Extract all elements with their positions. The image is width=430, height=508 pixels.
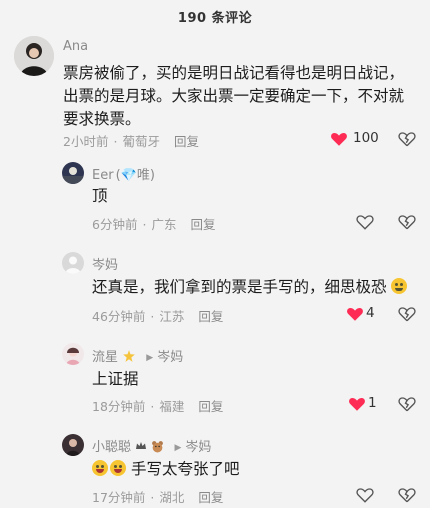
comment-text: 票房被偷了，买的是明日战记看得也是明日战记， 出票的是月球。大家出票一定要确定一… <box>63 62 423 131</box>
reply-to-username[interactable]: 岑妈 <box>185 440 211 455</box>
separator-dot: · <box>150 309 155 324</box>
comment-meta: 17分钟前 · 湖北 回复 <box>92 487 223 506</box>
comment-time: 18分钟前 <box>92 399 146 414</box>
comment-time: 17分钟前 <box>92 490 146 505</box>
like-button[interactable] <box>356 213 378 231</box>
avatar-image <box>62 162 84 184</box>
comment-location: 葡萄牙 <box>122 134 160 149</box>
separator-dot: · <box>142 217 147 232</box>
comment-location: 湖北 <box>159 490 185 505</box>
comment-text-line: 出票的是月球。大家出票一定要确定一下，不对就 <box>63 87 405 105</box>
broken-heart-icon <box>398 488 416 503</box>
emoji-icon <box>92 460 108 476</box>
like-button[interactable]: 1 <box>348 395 388 413</box>
comment-meta: 18分钟前 · 福建 回复 <box>92 396 223 415</box>
dislike-button[interactable] <box>398 130 416 152</box>
dislike-button[interactable] <box>398 395 416 417</box>
reply-to-username[interactable]: 岑妈 <box>157 350 183 365</box>
comment-meta: 46分钟前 · 江苏 回复 <box>92 306 223 325</box>
like-button[interactable]: 4 <box>346 305 386 323</box>
avatar-image <box>62 343 84 365</box>
dislike-button[interactable] <box>398 305 416 327</box>
dislike-button[interactable] <box>398 486 416 508</box>
username[interactable]: Ana <box>63 39 88 54</box>
like-count: 1 <box>368 395 377 411</box>
like-count: 100 <box>353 130 379 146</box>
comments-header: 190 条评论 <box>0 0 430 32</box>
avatar-image <box>62 252 84 274</box>
username[interactable]: Eer (💎唯) <box>92 164 155 183</box>
star-icon <box>123 350 135 362</box>
username-text: Eer <box>92 168 114 183</box>
emoji-icon <box>110 460 126 476</box>
comment-meta: 6分钟前 · 广东 回复 <box>92 214 215 233</box>
comment-text-content: 手写太夸张了吧 <box>130 460 240 478</box>
comment-location: 江苏 <box>159 309 185 324</box>
reply-button[interactable]: 回复 <box>198 490 223 505</box>
reply-button[interactable]: 回复 <box>198 309 223 324</box>
separator-dot: · <box>113 134 118 149</box>
emoji-icon <box>391 278 408 294</box>
reply-button[interactable]: 回复 <box>174 134 199 149</box>
comment-location: 广东 <box>151 217 177 232</box>
username-text: 流星 <box>92 350 119 365</box>
separator-dot: · <box>150 399 155 414</box>
username-text: 小聪聪 <box>92 440 132 455</box>
comment-text: 手写太夸张了吧 <box>92 458 239 481</box>
heart-icon <box>356 215 374 230</box>
bear-icon <box>152 441 164 453</box>
heart-icon <box>356 488 374 503</box>
avatar[interactable] <box>62 252 84 274</box>
username[interactable]: 小聪聪 ▶ 岑妈 <box>92 436 211 455</box>
like-button[interactable]: 100 <box>330 130 380 148</box>
broken-heart-icon <box>398 397 416 412</box>
heart-icon <box>331 133 347 146</box>
comment-time: 6分钟前 <box>92 217 138 232</box>
play-arrow-icon: ▶ <box>174 443 182 453</box>
reply-button[interactable]: 回复 <box>198 399 223 414</box>
avatar[interactable] <box>14 36 54 76</box>
comment-count-title: 190 条评论 <box>177 11 253 26</box>
avatar-image <box>62 434 84 456</box>
avatar-image <box>14 36 54 76</box>
like-count: 4 <box>366 305 375 321</box>
play-arrow-icon: ▶ <box>146 353 154 363</box>
separator-dot: · <box>150 490 155 505</box>
crown-icon <box>136 442 147 449</box>
comment-text: 上证据 <box>92 370 139 388</box>
broken-heart-icon <box>398 132 416 147</box>
comment-time: 2小时前 <box>63 134 109 149</box>
username[interactable]: 岑妈 <box>92 254 118 273</box>
comment-location: 福建 <box>159 399 185 414</box>
heart-icon <box>347 308 363 321</box>
comment-time: 46分钟前 <box>92 309 146 324</box>
avatar[interactable] <box>62 343 84 365</box>
avatar[interactable] <box>62 434 84 456</box>
comment-text-content: 还真是，我们拿到的票是手写的，细思极恐 <box>92 278 387 296</box>
like-button[interactable] <box>356 486 378 504</box>
comment-text: 还真是，我们拿到的票是手写的，细思极恐 <box>92 276 408 299</box>
reply-button[interactable]: 回复 <box>190 217 215 232</box>
user-tag: (💎唯) <box>115 168 155 183</box>
comment-text: 顶 <box>92 187 108 205</box>
broken-heart-icon <box>398 307 416 322</box>
broken-heart-icon <box>398 215 416 230</box>
comment-text-line: 要求换票。 <box>63 110 141 128</box>
username[interactable]: 流星 ▶ 岑妈 <box>92 346 183 365</box>
heart-icon <box>349 398 365 411</box>
comment-text-line: 票房被偷了，买的是明日战记看得也是明日战记， <box>63 64 405 82</box>
comment-meta: 2小时前 · 葡萄牙 回复 <box>63 131 199 150</box>
dislike-button[interactable] <box>398 213 416 235</box>
avatar[interactable] <box>62 162 84 184</box>
